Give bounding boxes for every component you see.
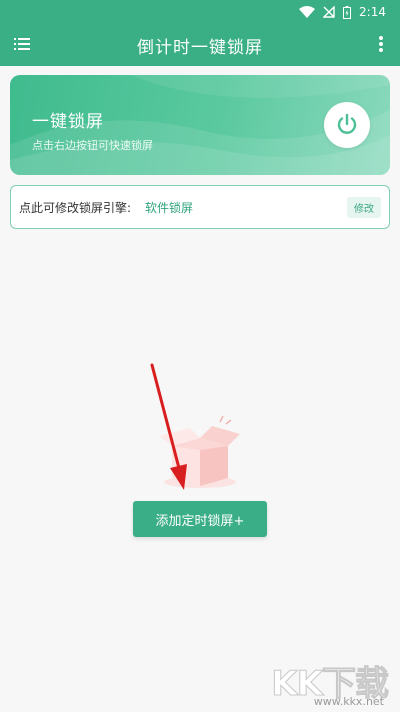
empty-box-icon (160, 415, 240, 488)
lock-engine-row[interactable]: 点此可修改锁屏引擎: 软件锁屏 修改 (10, 185, 390, 229)
lock-engine-label: 点此可修改锁屏引擎: (19, 200, 132, 215)
app-bar: 倒计时一键锁屏 (0, 24, 400, 66)
watermark-url: www.kkx.net (313, 695, 384, 708)
battery-icon (343, 5, 352, 19)
more-vertical-icon[interactable] (378, 35, 384, 53)
signal-off-icon (323, 6, 335, 18)
lock-now-button[interactable] (324, 102, 370, 148)
site-watermark: KK下载 www.kkx.net (268, 656, 390, 709)
status-bar: 2:14 (0, 0, 400, 24)
status-time: 2:14 (359, 5, 386, 19)
lock-card-subtitle: 点击右边按钮可快速锁屏 (32, 139, 153, 152)
one-key-lock-card: 一键锁屏 点击右边按钮可快速锁屏 (10, 75, 390, 175)
menu-list-icon[interactable] (14, 37, 30, 51)
top-bar: 2:14 倒计时一键锁屏 (0, 0, 400, 66)
power-icon (337, 113, 357, 134)
page-title: 倒计时一键锁屏 (137, 37, 263, 58)
lock-engine-value[interactable]: 软件锁屏 (145, 199, 193, 216)
add-timed-lock-button[interactable]: 添加定时锁屏+ (133, 501, 267, 537)
edit-engine-button[interactable]: 修改 (347, 196, 381, 218)
wifi-icon (299, 6, 316, 18)
lock-card-title: 一键锁屏 (32, 112, 104, 132)
